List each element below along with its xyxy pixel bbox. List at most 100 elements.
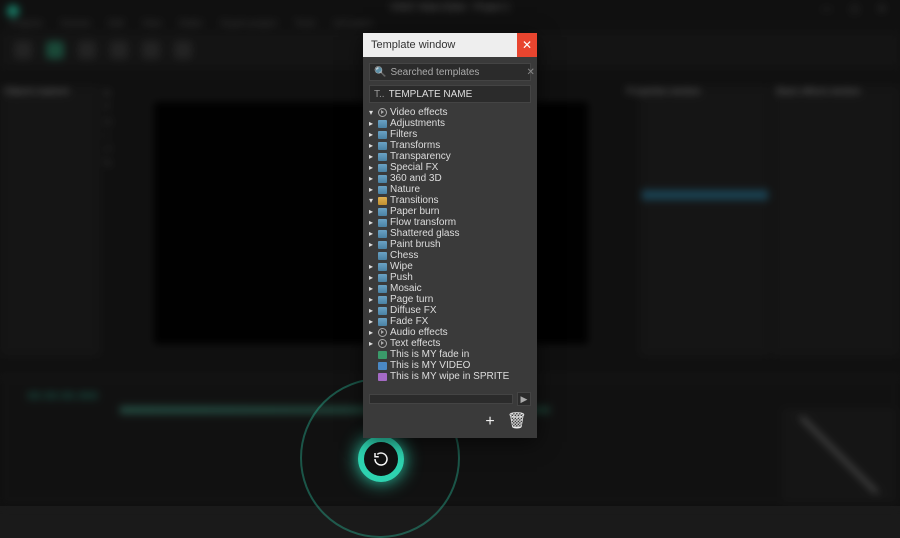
folder-icon: [378, 131, 387, 139]
folder-icon: [378, 230, 387, 238]
tree-item-label: Nature: [390, 184, 420, 195]
expand-arrow-icon[interactable]: ▾: [369, 108, 375, 117]
folder-icon: [378, 263, 387, 271]
expand-arrow-icon[interactable]: ▸: [369, 284, 375, 293]
search-input[interactable]: [390, 67, 522, 78]
expand-arrow-icon[interactable]: ▸: [369, 339, 375, 348]
play-icon: [378, 108, 387, 117]
slider-next-button[interactable]: ▶: [517, 392, 531, 406]
name-prefix-label: T..: [374, 89, 385, 100]
tree-row[interactable]: ▸Text effects: [365, 338, 535, 349]
tree-item-label: Audio effects: [390, 327, 448, 338]
tree-item-label: Paint brush: [390, 239, 441, 250]
expand-arrow-icon[interactable]: ▸: [369, 174, 375, 183]
highlight-refresh-button[interactable]: [358, 436, 404, 482]
folder-icon: [378, 241, 387, 249]
tree-row[interactable]: ▸ Nature: [365, 184, 535, 195]
play-icon: [378, 328, 387, 337]
tree-item-label: Diffuse FX: [390, 305, 437, 316]
tree-item-label: This is MY fade in: [390, 349, 469, 360]
folder-icon: [378, 120, 387, 128]
add-template-button[interactable]: +: [485, 414, 494, 430]
tree-item-label: Video effects: [390, 107, 447, 118]
tree-item-label: Page turn: [390, 294, 433, 305]
expand-arrow-icon[interactable]: ▾: [369, 196, 375, 205]
folder-icon: [378, 274, 387, 282]
expand-arrow-icon[interactable]: ▸: [369, 262, 375, 271]
tree-row[interactable]: ▾ Transitions: [365, 195, 535, 206]
tree-item-label: Flow transform: [390, 217, 456, 228]
folder-icon: [378, 296, 387, 304]
tree-item-label: Adjustments: [390, 118, 445, 129]
modal-titlebar: Template window ✕: [363, 33, 537, 57]
tree-item-label: Special FX: [390, 162, 438, 173]
expand-arrow-icon[interactable]: ▸: [369, 119, 375, 128]
expand-arrow-icon[interactable]: ▸: [369, 273, 375, 282]
expand-arrow-icon[interactable]: ▸: [369, 130, 375, 139]
tree-row[interactable]: ▸ Paper burn: [365, 206, 535, 217]
folder-icon: [378, 307, 387, 315]
template-search-field[interactable]: 🔍 ✕: [369, 63, 531, 81]
expand-arrow-icon[interactable]: ▸: [369, 328, 375, 337]
tree-item-label: Paper burn: [390, 206, 439, 217]
folder-icon: [378, 164, 387, 172]
modal-title: Template window: [371, 39, 455, 51]
folder-icon: [378, 219, 387, 227]
expand-arrow-icon[interactable]: ▸: [369, 218, 375, 227]
tree-row[interactable]: ▸Transparency: [365, 151, 535, 162]
tree-item-label: Filters: [390, 129, 417, 140]
clear-search-icon[interactable]: ✕: [526, 67, 534, 78]
expand-arrow-icon[interactable]: ▸: [369, 141, 375, 150]
tree-row[interactable]: ▸ 360 and 3D: [365, 173, 535, 184]
tree-item-label: 360 and 3D: [390, 173, 442, 184]
expand-arrow-icon[interactable]: ▸: [369, 207, 375, 216]
expand-arrow-icon[interactable]: ▸: [369, 306, 375, 315]
clip-blue-icon: [378, 362, 387, 370]
delete-template-button[interactable]: 🗑: [507, 414, 527, 430]
tree-row[interactable]: ▸ Filters: [365, 129, 535, 140]
tree-item-label: Mosaic: [390, 283, 422, 294]
expand-arrow-icon[interactable]: ▸: [369, 152, 375, 161]
tree-row[interactable]: ▸ Page turn: [365, 294, 535, 305]
tree-row[interactable]: This is MY wipe in SPRITE: [365, 371, 535, 382]
preview-size-slider[interactable]: ▶: [369, 392, 531, 406]
template-name-input[interactable]: [389, 89, 526, 100]
tree-item-label: Push: [390, 272, 413, 283]
template-name-field[interactable]: T..: [369, 85, 531, 103]
tree-item-label: Transitions: [390, 195, 439, 206]
tree-row[interactable]: This is MY VIDEO: [365, 360, 535, 371]
tree-item-label: Transforms: [390, 140, 440, 151]
tree-row[interactable]: ▸ Diffuse FX: [365, 305, 535, 316]
tree-row[interactable]: ▸ Paint brush: [365, 239, 535, 250]
tree-row[interactable]: ▸ Flow transform: [365, 217, 535, 228]
tree-row[interactable]: ▸ Adjustments: [365, 118, 535, 129]
slider-track[interactable]: [369, 394, 513, 404]
tree-item-label: Fade FX: [390, 316, 428, 327]
template-window-modal: Template window ✕ 🔍 ✕ T.. ▾ Video effects…: [363, 33, 537, 438]
expand-arrow-icon[interactable]: ▸: [369, 317, 375, 326]
expand-arrow-icon[interactable]: ▸: [369, 185, 375, 194]
expand-arrow-icon[interactable]: ▸: [369, 240, 375, 249]
modal-toolbar: + 🗑: [363, 410, 537, 438]
search-icon: 🔍: [374, 67, 386, 78]
tree-row[interactable]: ▸Shattered glass: [365, 228, 535, 239]
refresh-icon: [372, 450, 390, 468]
tree-row[interactable]: Chess: [365, 250, 535, 261]
tree-row[interactable]: ▸ Push: [365, 272, 535, 283]
tree-row[interactable]: ▸ Mosaic: [365, 283, 535, 294]
expand-arrow-icon[interactable]: ▸: [369, 229, 375, 238]
tree-row[interactable]: This is MY fade in: [365, 349, 535, 360]
tree-row[interactable]: ▸Wipe: [365, 261, 535, 272]
tree-row[interactable]: ▸ Transforms: [365, 140, 535, 151]
modal-close-button[interactable]: ✕: [517, 33, 537, 57]
tree-row[interactable]: ▾ Video effects: [365, 107, 535, 118]
tree-row[interactable]: ▸ Fade FX: [365, 316, 535, 327]
template-tree[interactable]: ▾Video effects▸Adjustments▸Filters▸Trans…: [363, 107, 537, 384]
tree-row[interactable]: ▸ Audio effects: [365, 327, 535, 338]
tree-item-label: Chess: [390, 250, 418, 261]
folder-icon: [378, 175, 387, 183]
tree-row[interactable]: ▸ Special FX: [365, 162, 535, 173]
expand-arrow-icon[interactable]: ▸: [369, 163, 375, 172]
tree-item-label: This is MY wipe in SPRITE: [390, 371, 509, 382]
expand-arrow-icon[interactable]: ▸: [369, 295, 375, 304]
